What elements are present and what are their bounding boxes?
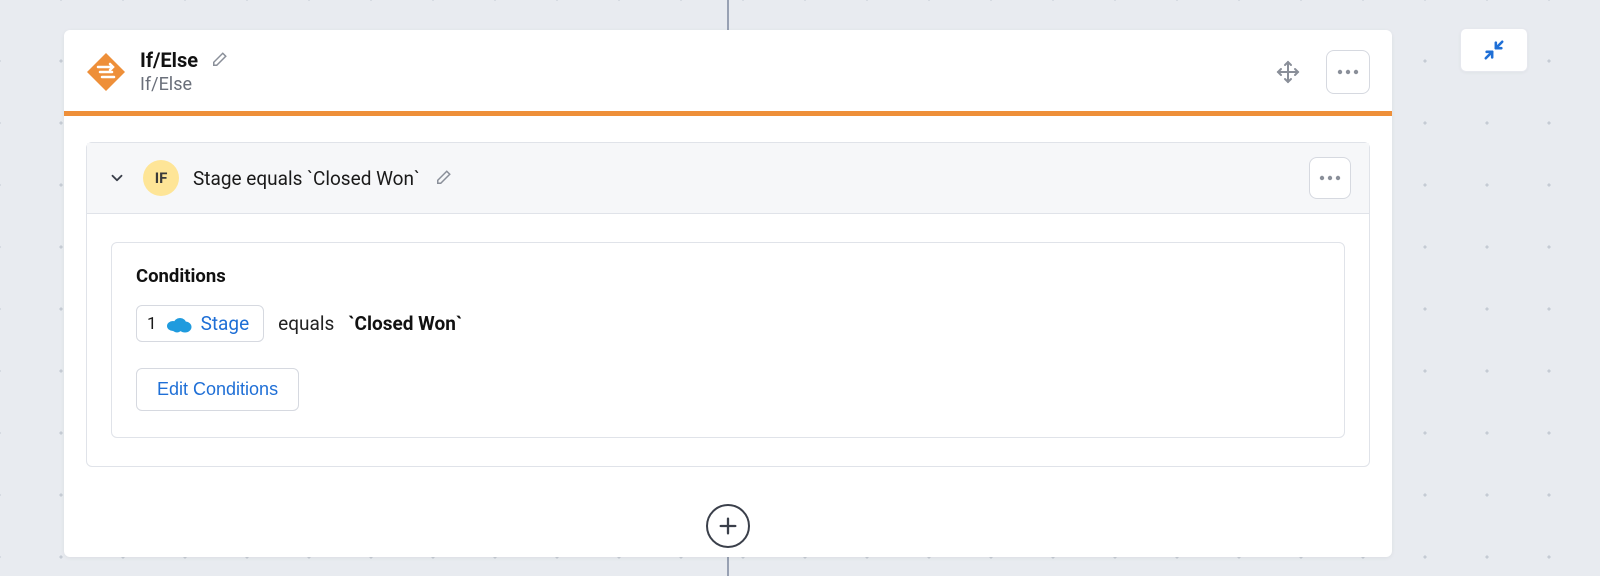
- condition-index: 1: [147, 314, 157, 334]
- chevron-down-icon[interactable]: [105, 166, 129, 190]
- if-else-block: If/Else If/Else: [64, 30, 1392, 557]
- block-header: If/Else If/Else: [64, 30, 1392, 111]
- collapse-icon: [1483, 39, 1505, 61]
- if-else-icon: [86, 52, 126, 92]
- conditions-label: Conditions: [136, 265, 1320, 287]
- more-icon: [1337, 69, 1359, 75]
- condition-operator: equals: [278, 312, 334, 335]
- add-step-button[interactable]: [706, 504, 750, 548]
- branch-header: IF Stage equals `Closed Won`: [87, 143, 1369, 214]
- salesforce-icon: [165, 314, 193, 334]
- if-branch: IF Stage equals `Closed Won`: [86, 142, 1370, 467]
- edit-conditions-button[interactable]: Edit Conditions: [136, 368, 299, 411]
- block-subtitle: If/Else: [140, 74, 228, 95]
- collapse-button[interactable]: [1460, 28, 1528, 72]
- move-handle-icon[interactable]: [1270, 54, 1306, 90]
- branch-title: Stage equals `Closed Won`: [193, 167, 420, 190]
- condition-field-chip[interactable]: 1 Stage: [136, 305, 264, 342]
- conditions-box: Conditions 1: [111, 242, 1345, 438]
- condition-row: 1 Stage equals: [136, 305, 1320, 342]
- block-title-group: If/Else If/Else: [140, 48, 228, 95]
- block-title: If/Else: [140, 48, 198, 72]
- condition-field: Stage: [201, 312, 250, 335]
- block-body: IF Stage equals `Closed Won`: [64, 116, 1392, 557]
- edit-branch-icon[interactable]: [434, 169, 452, 187]
- block-more-button[interactable]: [1326, 50, 1370, 94]
- if-badge: IF: [143, 160, 179, 196]
- more-icon: [1319, 175, 1341, 181]
- branch-more-button[interactable]: [1309, 157, 1351, 199]
- condition-value: `Closed Won`: [348, 312, 462, 335]
- edit-title-icon[interactable]: [210, 51, 228, 69]
- connector-line-top: [727, 0, 729, 30]
- plus-icon: [717, 515, 739, 537]
- branch-body: Conditions 1: [87, 214, 1369, 466]
